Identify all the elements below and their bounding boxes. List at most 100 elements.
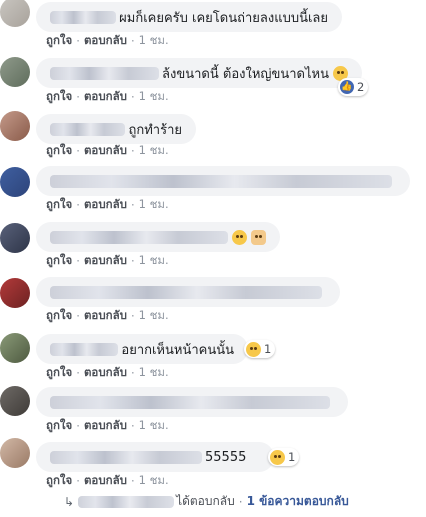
like-link[interactable]: ถูกใจ xyxy=(46,364,72,382)
redacted-author-name[interactable] xyxy=(50,10,117,24)
replied-label[interactable]: ได้ตอบกลับ xyxy=(176,492,235,511)
timestamp[interactable]: 1 ชม. xyxy=(139,417,169,435)
comment-text: 55555 xyxy=(205,449,247,465)
avatar[interactable] xyxy=(0,333,30,363)
like-link[interactable]: ถูกใจ xyxy=(46,307,72,325)
separator: · xyxy=(130,366,135,380)
crying-emoji-icon xyxy=(246,341,261,357)
reply-link[interactable]: ตอบกลับ xyxy=(84,88,127,106)
reply-arrow-icon: ↳ xyxy=(64,494,75,509)
separator: · xyxy=(76,419,80,433)
redacted-comment-text xyxy=(50,230,228,244)
timestamp[interactable]: 1 ชม. xyxy=(139,472,169,490)
reply-link[interactable]: ตอบกลับ xyxy=(84,417,127,435)
separator: · xyxy=(76,309,80,323)
reply-count-link[interactable]: 1 ข้อความตอบกลับ xyxy=(247,492,349,511)
comment-text: ล้งขนาดนี้ ต้องใหญ่ขนาดไหน xyxy=(162,66,329,82)
avatar[interactable] xyxy=(0,111,30,141)
laughing-emoji-icon xyxy=(270,449,285,465)
separator: · xyxy=(130,90,135,104)
separator: · xyxy=(76,474,80,488)
timestamp[interactable]: 1 ชม. xyxy=(139,252,169,270)
avatar[interactable] xyxy=(0,278,30,308)
separator: · xyxy=(130,474,135,488)
comment-actions: ถูกใจ · ตอบกลับ · 1 ชม. xyxy=(46,307,169,325)
separator: · xyxy=(130,254,135,268)
reply-link[interactable]: ตอบกลับ xyxy=(84,364,127,382)
avatar[interactable] xyxy=(0,0,30,27)
redacted-author-name[interactable] xyxy=(50,342,119,356)
separator: · xyxy=(76,90,80,104)
redacted-author-name[interactable] xyxy=(50,66,160,80)
avatar[interactable] xyxy=(0,386,30,416)
comment-text: ถูกทำร้าย xyxy=(128,122,182,138)
timestamp[interactable]: 1 ชม. xyxy=(139,196,169,214)
avatar[interactable] xyxy=(0,438,30,468)
reaction-badge[interactable]: 1 xyxy=(244,340,276,358)
like-link[interactable]: ถูกใจ xyxy=(46,32,72,50)
comment-bubble xyxy=(36,387,348,417)
timestamp[interactable]: 1 ชม. xyxy=(139,142,169,160)
reply-link[interactable]: ตอบกลับ xyxy=(84,307,127,325)
timestamp[interactable]: 1 ชม. xyxy=(139,307,169,325)
reaction-count: 1 xyxy=(288,450,296,464)
like-link[interactable]: ถูกใจ xyxy=(46,417,72,435)
comment-actions: ถูกใจ · ตอบกลับ · 1 ชม. xyxy=(46,196,169,214)
separator: · xyxy=(130,198,135,212)
like-link[interactable]: ถูกใจ xyxy=(46,196,72,214)
separator: · xyxy=(130,144,135,158)
comment-actions: ถูกใจ · ตอบกลับ · 1 ชม. xyxy=(46,142,169,160)
comment-bubble xyxy=(36,277,340,307)
timestamp[interactable]: 1 ชม. xyxy=(139,364,169,382)
view-replies-link[interactable]: ↳ ได้ตอบกลับ · 1 ข้อความตอบกลับ xyxy=(64,492,349,511)
like-link[interactable]: ถูกใจ xyxy=(46,88,72,106)
reaction-badge[interactable]: 1 xyxy=(268,448,300,466)
comment-text: อยากเห็นหน้าคนนั้น xyxy=(121,342,234,358)
comment-actions: ถูกใจ · ตอบกลับ · 1 ชม. xyxy=(46,88,169,106)
reply-link[interactable]: ตอบกลับ xyxy=(84,196,127,214)
reaction-badge[interactable]: 👍 2 xyxy=(338,78,369,96)
comment-actions: ถูกใจ · ตอบกลับ · 1 ชม. xyxy=(46,364,169,382)
reaction-count: 2 xyxy=(357,80,365,94)
separator: · xyxy=(76,144,80,158)
comment-bubble: ล้งขนาดนี้ ต้องใหญ่ขนาดไหน xyxy=(36,58,362,88)
redacted-author-name[interactable] xyxy=(50,122,126,136)
separator: · xyxy=(130,34,135,48)
comment-actions: ถูกใจ · ตอบกลับ · 1 ชม. xyxy=(46,472,169,490)
like-icon: 👍 xyxy=(340,80,354,94)
separator: · xyxy=(76,254,80,268)
avatar[interactable] xyxy=(0,167,30,197)
avatar[interactable] xyxy=(0,223,30,253)
timestamp[interactable]: 1 ชม. xyxy=(139,88,169,106)
separator: · xyxy=(130,419,135,433)
timestamp[interactable]: 1 ชม. xyxy=(139,32,169,50)
comment-bubble xyxy=(36,222,280,252)
separator: · xyxy=(238,494,243,509)
thinking-emoji-icon xyxy=(232,229,247,245)
comment-actions: ถูกใจ · ตอบกลับ · 1 ชม. xyxy=(46,252,169,270)
reply-link[interactable]: ตอบกลับ xyxy=(84,252,127,270)
redacted-replier-name[interactable] xyxy=(78,495,175,508)
separator: · xyxy=(130,309,135,323)
comment-actions: ถูกใจ · ตอบกลับ · 1 ชม. xyxy=(46,417,169,435)
redacted-comment-text xyxy=(50,285,322,299)
comment-text: ผมก็เคยครับ เคยโดนถ่ายลงแบบนี้เลย xyxy=(119,10,328,26)
comment-bubble: อยากเห็นหน้าคนนั้น xyxy=(36,334,248,364)
reply-link[interactable]: ตอบกลับ xyxy=(84,472,127,490)
reply-link[interactable]: ตอบกลับ xyxy=(84,142,127,160)
separator: · xyxy=(76,366,80,380)
comment-bubble: ผมก็เคยครับ เคยโดนถ่ายลงแบบนี้เลย xyxy=(36,2,342,32)
like-link[interactable]: ถูกใจ xyxy=(46,252,72,270)
redacted-author-name[interactable] xyxy=(50,450,202,464)
reaction-count: 1 xyxy=(264,342,272,356)
comment-bubble xyxy=(36,166,410,196)
redacted-comment-text xyxy=(50,174,392,188)
like-link[interactable]: ถูกใจ xyxy=(46,142,72,160)
like-link[interactable]: ถูกใจ xyxy=(46,472,72,490)
reply-link[interactable]: ตอบกลับ xyxy=(84,32,127,50)
comment-bubble: 55555 xyxy=(36,442,274,472)
comment-actions: ถูกใจ · ตอบกลับ · 1 ชม. xyxy=(46,32,169,50)
separator: · xyxy=(76,198,80,212)
avatar[interactable] xyxy=(0,57,30,87)
redacted-comment-text xyxy=(50,395,330,409)
